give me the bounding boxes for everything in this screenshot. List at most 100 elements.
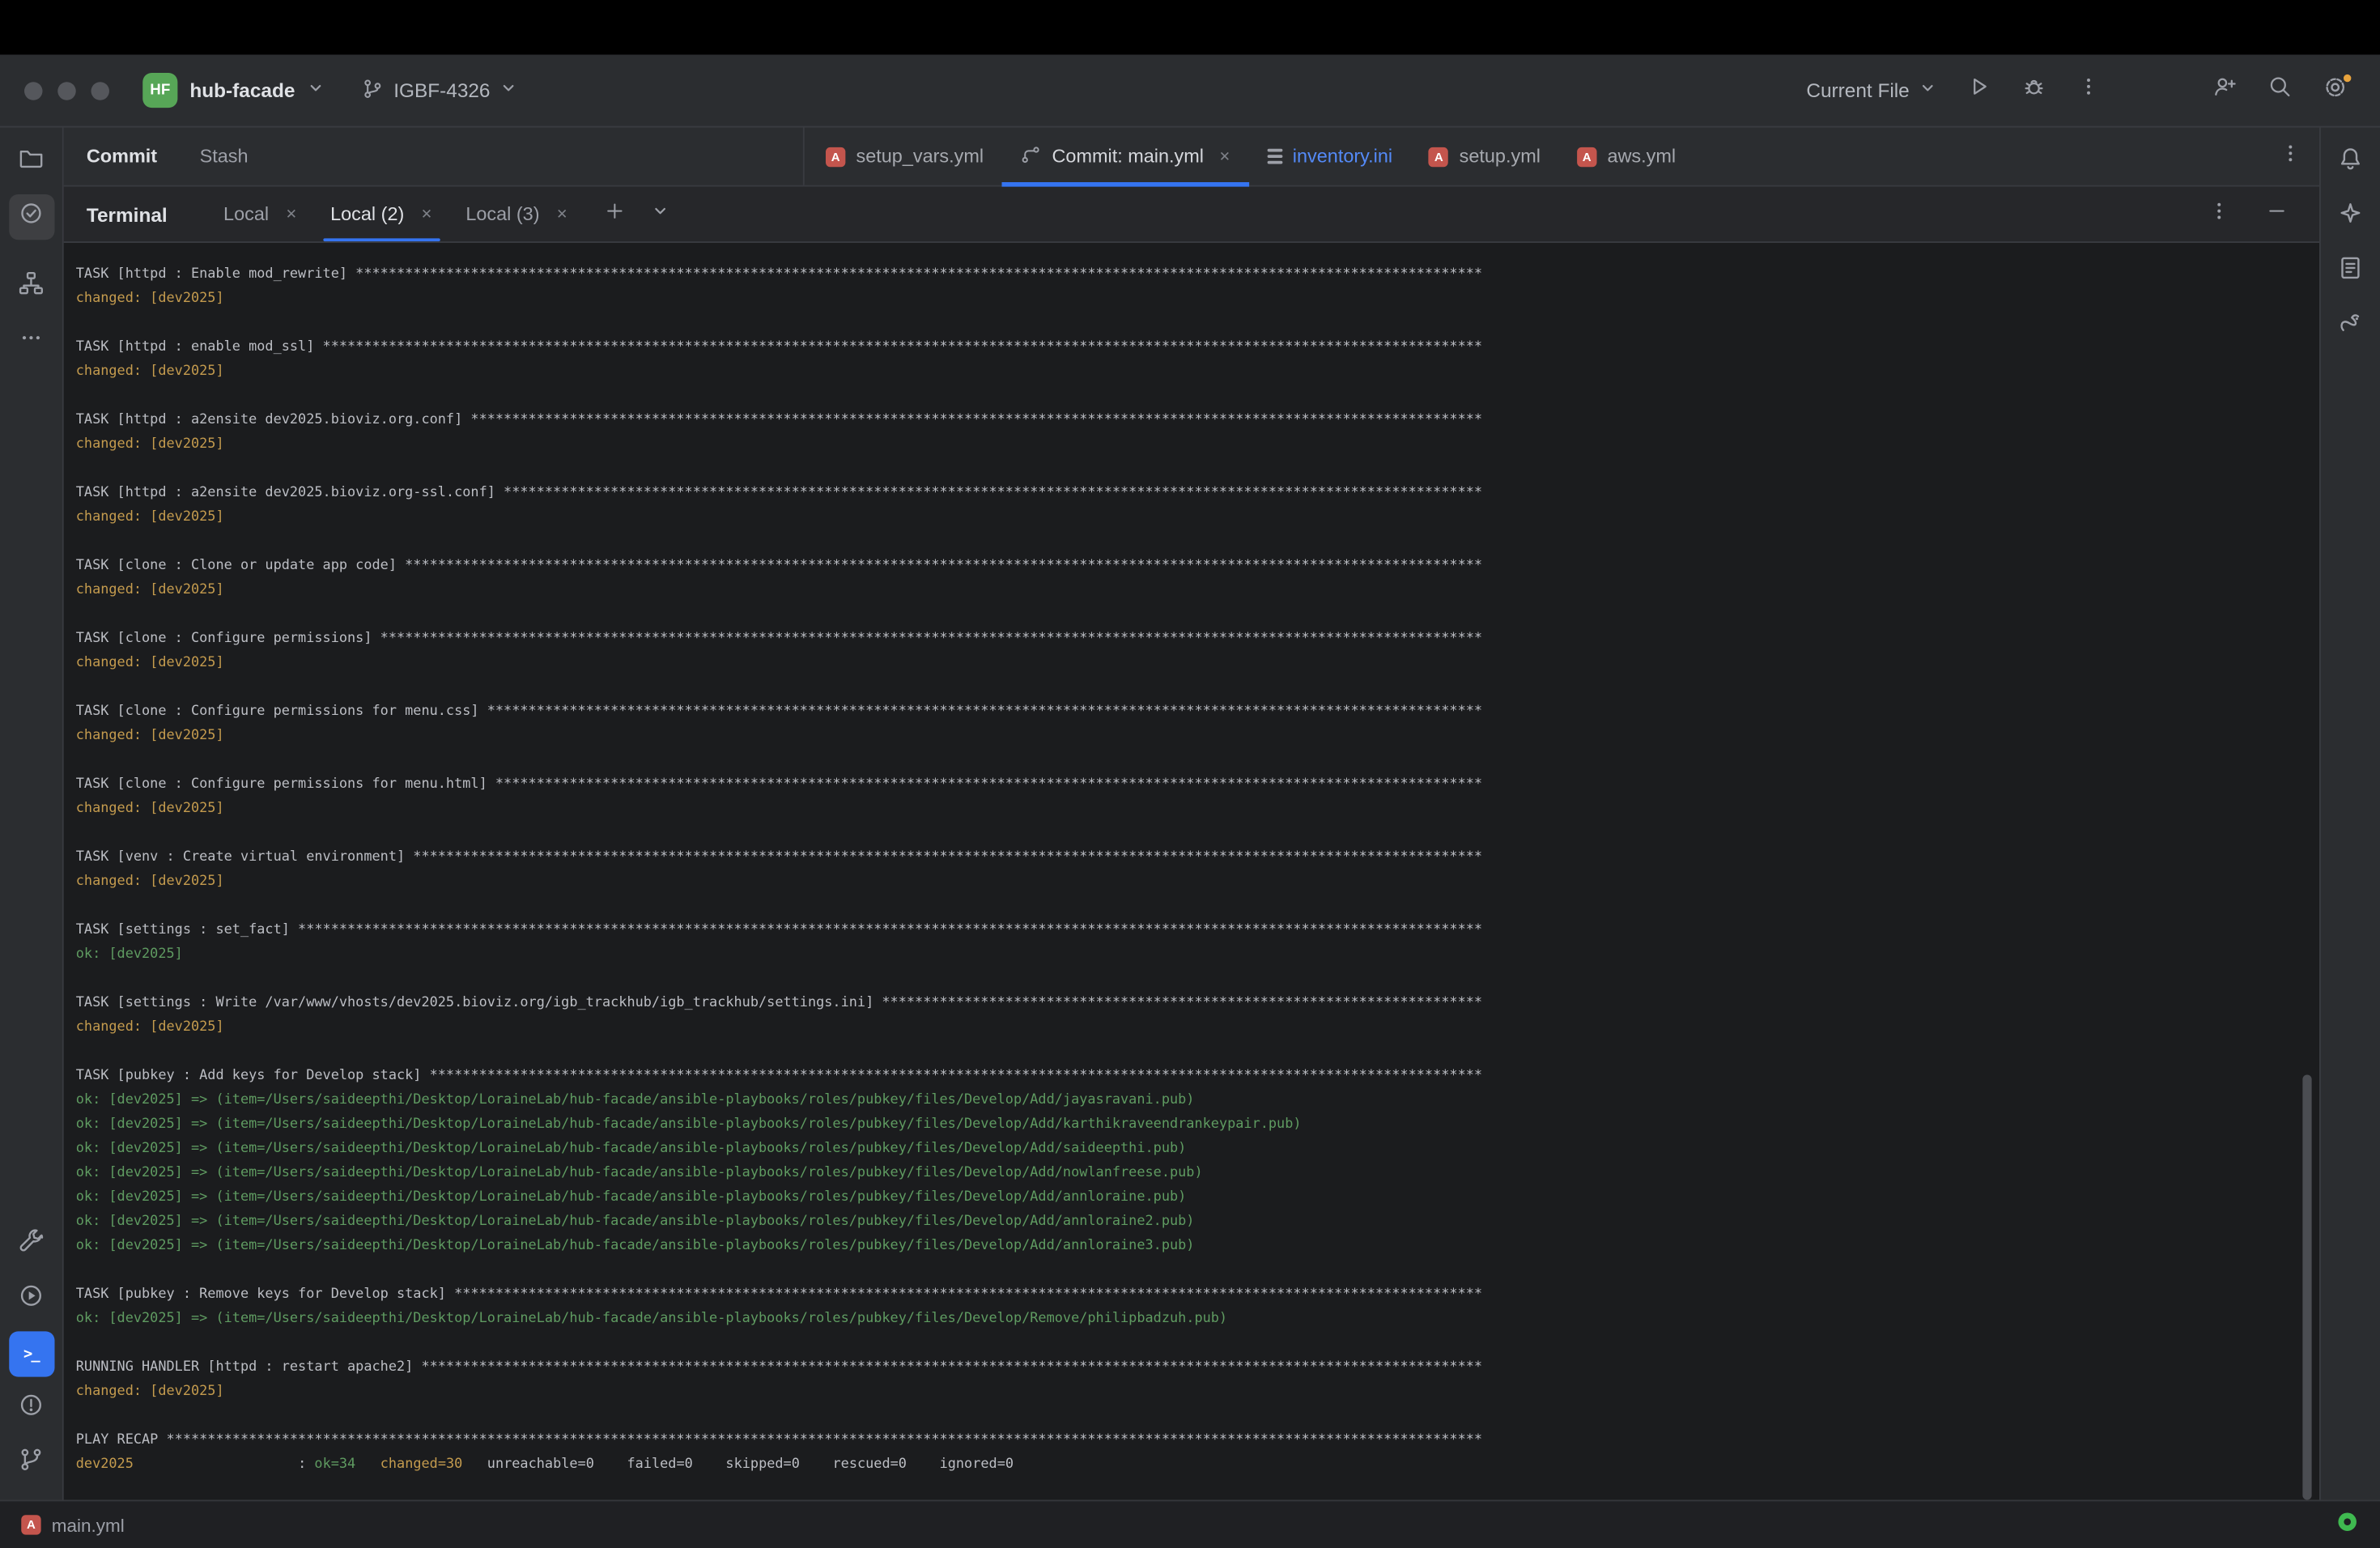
more-actions-button[interactable] xyxy=(2068,69,2110,112)
terminal-task-block: TASK [httpd : a2ensite dev2025.bioviz.or… xyxy=(76,408,2307,457)
statusbar-file-widget[interactable]: A main.yml xyxy=(21,1514,125,1535)
tab-commit[interactable]: Commit xyxy=(87,146,157,167)
editor-tab[interactable]: Aaws.yml xyxy=(1558,128,1694,185)
branch-icon xyxy=(362,77,385,104)
gradle-icon xyxy=(2338,310,2364,343)
more-toolwindows-button[interactable] xyxy=(8,319,53,364)
project-toolwindow-button[interactable] xyxy=(8,140,53,185)
terminal-output-line: ok: [dev2025] => (item=/Users/saideepthi… xyxy=(76,1307,2307,1331)
new-terminal-tab-button[interactable] xyxy=(593,193,636,236)
terminal-tab[interactable]: Local (2) ✕ xyxy=(313,187,448,242)
kebab-icon xyxy=(2208,200,2229,229)
settings-button[interactable] xyxy=(2314,69,2357,112)
terminal-task-header: TASK [httpd : Enable mod_rewrite] ******… xyxy=(76,262,2307,287)
close-icon[interactable]: ✕ xyxy=(286,206,297,223)
gradle-toolwindow-button[interactable] xyxy=(2327,304,2373,349)
terminal-toolwindow-button[interactable]: >_ xyxy=(8,1331,53,1376)
terminal-tab[interactable]: Local (3)✕ xyxy=(449,187,584,242)
terminal-task-block: TASK [httpd : Enable mod_rewrite] ******… xyxy=(76,262,2307,311)
terminal-panel: TASK [httpd : Enable mod_rewrite] ******… xyxy=(64,243,2319,1500)
editor-tab[interactable]: Asetup.yml xyxy=(1411,128,1559,185)
chevron-down-icon xyxy=(651,201,669,228)
close-icon[interactable]: ✕ xyxy=(556,206,567,223)
code-with-me-button[interactable] xyxy=(2204,69,2247,112)
terminal-task-block: RUNNING HANDLER [httpd : restart apache2… xyxy=(76,1355,2307,1404)
screen: HF hub-facade IGBF-4326 Current File xyxy=(0,0,2380,1548)
terminal-task-block: TASK [clone : Configure permissions] ***… xyxy=(76,627,2307,675)
terminal-task-header: TASK [httpd : a2ensite dev2025.bioviz.or… xyxy=(76,408,2307,432)
editor-tab[interactable]: Commit: main.yml✕ xyxy=(1002,128,1249,185)
terminal-output-line: ok: [dev2025] => (item=/Users/saideepthi… xyxy=(76,1112,2307,1137)
folder-icon xyxy=(19,146,45,179)
version-control-toolwindow-button[interactable] xyxy=(8,1440,53,1486)
terminal-header: Terminal Local✕Local (2)✕Local (3)✕ xyxy=(64,187,2319,243)
minimize-window-button[interactable] xyxy=(57,81,76,100)
terminal-output-line: changed: [dev2025] xyxy=(76,578,2307,602)
run-toolwindow-button[interactable] xyxy=(8,1277,53,1322)
statusbar: A main.yml xyxy=(0,1500,2380,1548)
center-panel: Commit Stash Asetup_vars.ymlCommit: main… xyxy=(64,128,2319,1500)
ai-assistant-icon xyxy=(2338,201,2364,234)
terminal-task-header: TASK [clone : Clone or update app code] … xyxy=(76,554,2307,578)
terminal-type-dropdown-button[interactable] xyxy=(639,193,682,236)
terminal-task-block: TASK [settings : set_fact] *************… xyxy=(76,918,2307,967)
editor-tab[interactable]: inventory.ini xyxy=(1248,128,1410,185)
terminal-task-header: PLAY RECAP *****************************… xyxy=(76,1428,2307,1452)
documentation-toolwindow-button[interactable] xyxy=(2327,249,2373,295)
titlebar: HF hub-facade IGBF-4326 Current File xyxy=(0,55,2380,128)
terminal-tab-label: Local xyxy=(223,203,269,224)
editor-tab-label: setup.yml xyxy=(1460,146,1541,167)
run-button[interactable] xyxy=(1958,69,2001,112)
yaml-file-icon: A xyxy=(21,1515,40,1534)
ai-assistant-toolwindow-button[interactable] xyxy=(2327,194,2373,240)
terminal-task-header: TASK [clone : Configure permissions for … xyxy=(76,772,2307,797)
search-everywhere-button[interactable] xyxy=(2259,69,2301,112)
kebab-icon xyxy=(2280,142,2301,171)
project-widget[interactable]: HF hub-facade xyxy=(142,73,325,108)
yaml-file-icon: A xyxy=(826,147,845,166)
zoom-window-button[interactable] xyxy=(91,81,110,100)
yaml-file-icon: A xyxy=(1577,147,1596,166)
notifications-button[interactable] xyxy=(2327,140,2373,185)
terminal-task-header: TASK [settings : Write /var/www/vhosts/d… xyxy=(76,991,2307,1015)
structure-toolwindow-button[interactable] xyxy=(8,264,53,309)
bell-icon xyxy=(2338,146,2364,179)
editor-tab[interactable]: Asetup_vars.yml xyxy=(808,128,1002,185)
vertical-scrollbar[interactable] xyxy=(2302,1075,2311,1500)
yaml-file-icon: A xyxy=(1429,147,1448,166)
branch-widget[interactable]: IGBF-4326 xyxy=(362,77,517,104)
main-area: >_ Commit Stash Asetup_vars.ymlCommit: m… xyxy=(0,128,2380,1500)
editor-tabs-options-button[interactable] xyxy=(2280,128,2319,185)
build-toolwindow-button[interactable] xyxy=(8,1222,53,1267)
editor-tab-label: setup_vars.yml xyxy=(856,146,984,167)
terminal-task-header: TASK [clone : Configure permissions] ***… xyxy=(76,627,2307,651)
terminal-options-button[interactable] xyxy=(2198,193,2241,236)
terminal-tab[interactable]: Local ✕ xyxy=(206,187,313,242)
window-controls xyxy=(24,81,109,100)
run-config-selector[interactable]: Current File xyxy=(1806,79,1936,102)
close-icon[interactable]: ✕ xyxy=(421,206,432,223)
titlebar-actions: Current File xyxy=(1806,69,2356,112)
debug-button[interactable] xyxy=(2012,69,2055,112)
terminal-task-block: TASK [clone : Configure permissions for … xyxy=(76,700,2307,748)
terminal-output-line: changed: [dev2025] xyxy=(76,505,2307,529)
tab-stash[interactable]: Stash xyxy=(200,146,249,167)
terminal-task-header: TASK [pubkey : Remove keys for Develop s… xyxy=(76,1282,2307,1307)
editor-tabs: Asetup_vars.ymlCommit: main.yml✕inventor… xyxy=(805,128,2280,185)
close-window-button[interactable] xyxy=(24,81,43,100)
close-icon[interactable]: ✕ xyxy=(1219,148,1230,165)
terminal-task-header: TASK [settings : set_fact] *************… xyxy=(76,918,2307,942)
status-widget-icon[interactable] xyxy=(2336,1510,2359,1541)
commit-toolwindow-button[interactable] xyxy=(8,194,53,240)
terminal-tab-label: Local (2) xyxy=(330,203,404,224)
terminal-task-block: TASK [httpd : enable mod_ssl] **********… xyxy=(76,335,2307,384)
commit-toolwindow-header: Commit Stash xyxy=(64,128,805,185)
problems-toolwindow-button[interactable] xyxy=(8,1386,53,1431)
warning-circle-icon xyxy=(19,1392,45,1425)
terminal-task-header: TASK [httpd : enable mod_ssl] **********… xyxy=(76,335,2307,359)
structure-icon xyxy=(19,270,45,304)
terminal-output-line: changed: [dev2025] xyxy=(76,870,2307,894)
ellipsis-icon xyxy=(19,326,42,357)
terminal-output-line: changed: [dev2025] xyxy=(76,359,2307,384)
hide-toolwindow-button[interactable] xyxy=(2255,193,2298,236)
